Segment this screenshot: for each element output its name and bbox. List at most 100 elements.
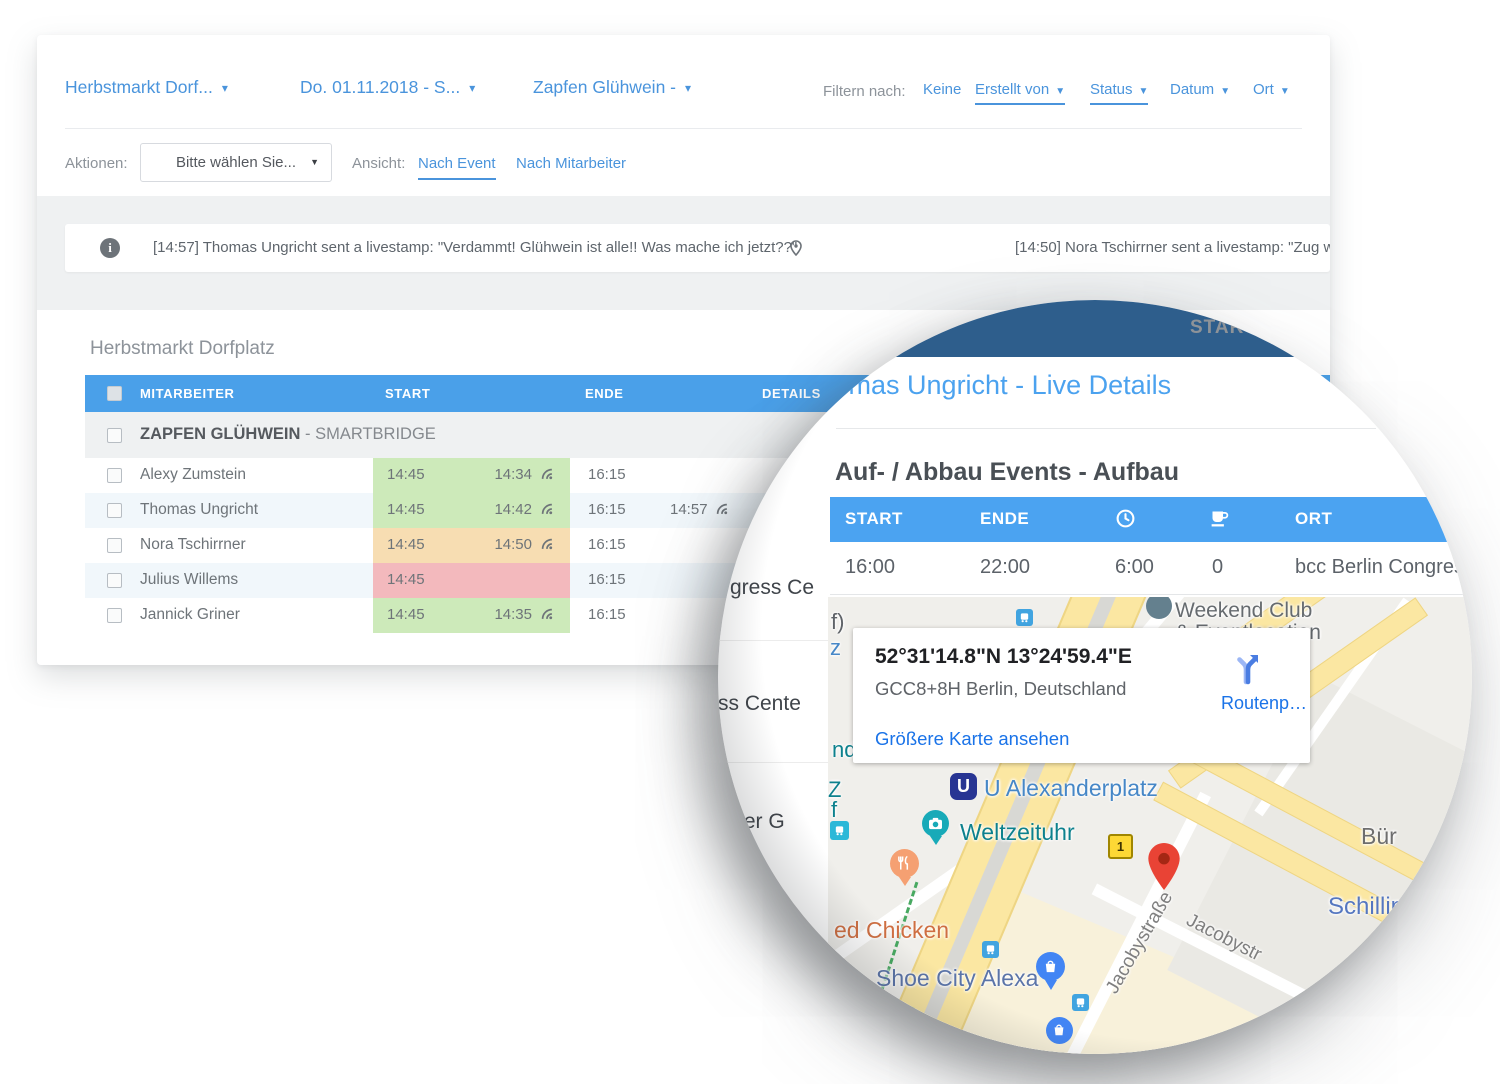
date-selector[interactable]: Do. 01.11.2018 - S... ▾ xyxy=(300,77,475,98)
bus-icon xyxy=(1016,609,1033,626)
edge-fragment: ter G xyxy=(738,810,785,834)
start-actual: 14:34 xyxy=(494,466,532,483)
ende-actual: 14:57 xyxy=(670,501,708,518)
chevron-down-icon: ▾ xyxy=(469,81,475,95)
row-checkbox[interactable] xyxy=(107,503,122,518)
chevron-down-icon: ▾ xyxy=(685,81,691,95)
map-label-weltzeituhr: Weltzeituhr xyxy=(960,819,1075,846)
clock-icon xyxy=(1115,508,1136,529)
column-start: START xyxy=(845,509,903,529)
chevron-down-icon: ▼ xyxy=(1220,86,1230,97)
map-label-shoe-city: Shoe City Alexa xyxy=(876,965,1038,992)
livestamp-message-left: [14:57] Thomas Ungricht sent a livestamp… xyxy=(153,239,797,256)
actions-select[interactable]: Bitte wählen Sie... ▼ xyxy=(140,143,332,182)
filter-erstellt-von[interactable]: Erstellt von▼ xyxy=(975,81,1065,105)
filter-label: Filtern nach: xyxy=(823,83,906,100)
row-checkbox[interactable] xyxy=(107,573,122,588)
row-checkbox[interactable] xyxy=(107,538,122,553)
popup-address: GCC8+8H Berlin, Deutschland xyxy=(875,678,1126,700)
detail-ort: bcc Berlin Congress Ce xyxy=(1295,556,1472,579)
filter-status[interactable]: Status▼ xyxy=(1090,81,1148,105)
start-cell: 14:45 14:35 xyxy=(373,598,570,633)
livestamp-icon[interactable] xyxy=(541,608,554,621)
start-cell: 14:45 14:34 xyxy=(373,458,570,493)
bus-icon xyxy=(1072,994,1089,1011)
employee-name: Nora Tschirrner xyxy=(140,536,246,554)
info-icon: i xyxy=(100,238,120,258)
row-divider xyxy=(718,762,836,763)
event-selector[interactable]: Zapfen Glühwein - ▾ xyxy=(533,77,691,98)
employee-name: Jannick Griner xyxy=(140,606,240,624)
header-row-selectors: Herbstmarkt Dorf...▾ Do. 01.11.2018 - S.… xyxy=(37,35,1330,128)
start-planned: 14:45 xyxy=(387,466,425,483)
chevron-down-icon: ▼ xyxy=(1055,86,1065,97)
chevron-down-icon: ▼ xyxy=(1280,86,1290,97)
view-label: Ansicht: xyxy=(352,155,405,172)
actions-select-value: Bitte wählen Sie... xyxy=(176,154,296,171)
filter-keine[interactable]: Keine xyxy=(923,81,961,98)
start-planned: 14:45 xyxy=(387,536,425,553)
live-details-title[interactable]: Thomas Ungricht - Live Details xyxy=(802,370,1171,401)
start-planned: 14:45 xyxy=(387,571,425,588)
column-mitarbeiter: MITARBEITER xyxy=(140,386,234,401)
camera-pin-icon xyxy=(922,810,949,837)
date-selector-label: Do. 01.11.2018 - S... xyxy=(300,77,460,97)
group-company: SMARTBRIDGE xyxy=(315,425,436,443)
map[interactable]: Weekend Club & Eventlocation 52°31'14.8"… xyxy=(828,597,1472,1054)
location-selector[interactable]: Herbstmarkt Dorf...▾ xyxy=(65,77,228,98)
start-planned: 14:45 xyxy=(387,606,425,623)
employee-name: Thomas Ungricht xyxy=(140,501,258,519)
tab-nach-event[interactable]: Nach Event xyxy=(418,155,496,180)
detail-table-row: 16:00 22:00 6:00 0 bcc Berlin Congress C… xyxy=(830,542,1472,595)
map-popup: 52°31'14.8"N 13°24'59.4"E GCC8+8H Berlin… xyxy=(853,628,1310,763)
filter-datum[interactable]: Datum▼ xyxy=(1170,81,1230,98)
shopping-pin-icon xyxy=(1036,952,1065,981)
event-selector-label: Zapfen Glühwein - xyxy=(533,77,676,97)
location-pin-icon[interactable] xyxy=(790,240,802,256)
ende-planned: 16:15 xyxy=(588,536,626,553)
select-caret-icon: ▼ xyxy=(310,144,319,181)
popup-route-link[interactable]: Routenp… xyxy=(1221,693,1307,714)
livestamp-icon[interactable] xyxy=(541,468,554,481)
modal-start-button[interactable]: START xyxy=(1190,317,1257,339)
shopping-poi-icon xyxy=(1046,1017,1073,1044)
location-selector-label: Herbstmarkt Dorf... xyxy=(65,77,213,97)
livestamp-icon[interactable] xyxy=(541,503,554,516)
edge-fragment: ss Cente xyxy=(718,692,801,716)
start-cell: 14:45 xyxy=(373,563,570,598)
group-checkbox[interactable] xyxy=(107,428,122,443)
start-cell: 14:45 14:50 xyxy=(373,528,570,563)
column-ende: ENDE xyxy=(585,386,624,401)
ende-planned: 16:15 xyxy=(588,606,626,623)
ende-planned: 16:15 xyxy=(588,501,626,518)
ende-planned: 16:15 xyxy=(588,571,626,588)
livestamp-icon[interactable] xyxy=(716,503,729,516)
map-label-buero: Bür xyxy=(1361,823,1397,850)
transit-icon xyxy=(830,821,849,840)
column-ort: ORT xyxy=(1295,509,1332,529)
live-details-modal-header: START xyxy=(718,300,1472,357)
chevron-down-icon: ▼ xyxy=(1139,86,1149,97)
u-bahn-icon: U xyxy=(950,773,977,800)
start-planned: 14:45 xyxy=(387,501,425,518)
start-cell: 14:45 14:42 xyxy=(373,493,570,528)
popup-larger-map-link[interactable]: Größere Karte ansehen xyxy=(875,728,1069,750)
cup-icon xyxy=(1208,508,1231,529)
event-table-title: Herbstmarkt Dorfplatz xyxy=(90,338,275,360)
livestamp-notification-bar: i [14:57] Thomas Ungricht sent a livesta… xyxy=(65,224,1330,272)
row-checkbox[interactable] xyxy=(107,608,122,623)
map-label-chicken: ed Chicken xyxy=(834,917,949,944)
start-actual: 14:35 xyxy=(494,606,532,623)
restaurant-pin-icon xyxy=(890,849,919,878)
group-name: ZAPFEN GLÜHWEIN - SMARTBRIDGE xyxy=(140,425,436,444)
row-checkbox[interactable] xyxy=(107,468,122,483)
row-divider xyxy=(718,640,836,641)
filter-ort[interactable]: Ort▼ xyxy=(1253,81,1290,98)
map-label-u-alexanderplatz: U Alexanderplatz xyxy=(984,775,1158,802)
start-actual: 14:50 xyxy=(494,536,532,553)
directions-icon[interactable] xyxy=(1229,650,1265,686)
select-all-checkbox[interactable] xyxy=(107,386,122,401)
map-fragment: z xyxy=(830,635,841,661)
tab-nach-mitarbeiter[interactable]: Nach Mitarbeiter xyxy=(516,155,626,172)
livestamp-icon[interactable] xyxy=(541,538,554,551)
